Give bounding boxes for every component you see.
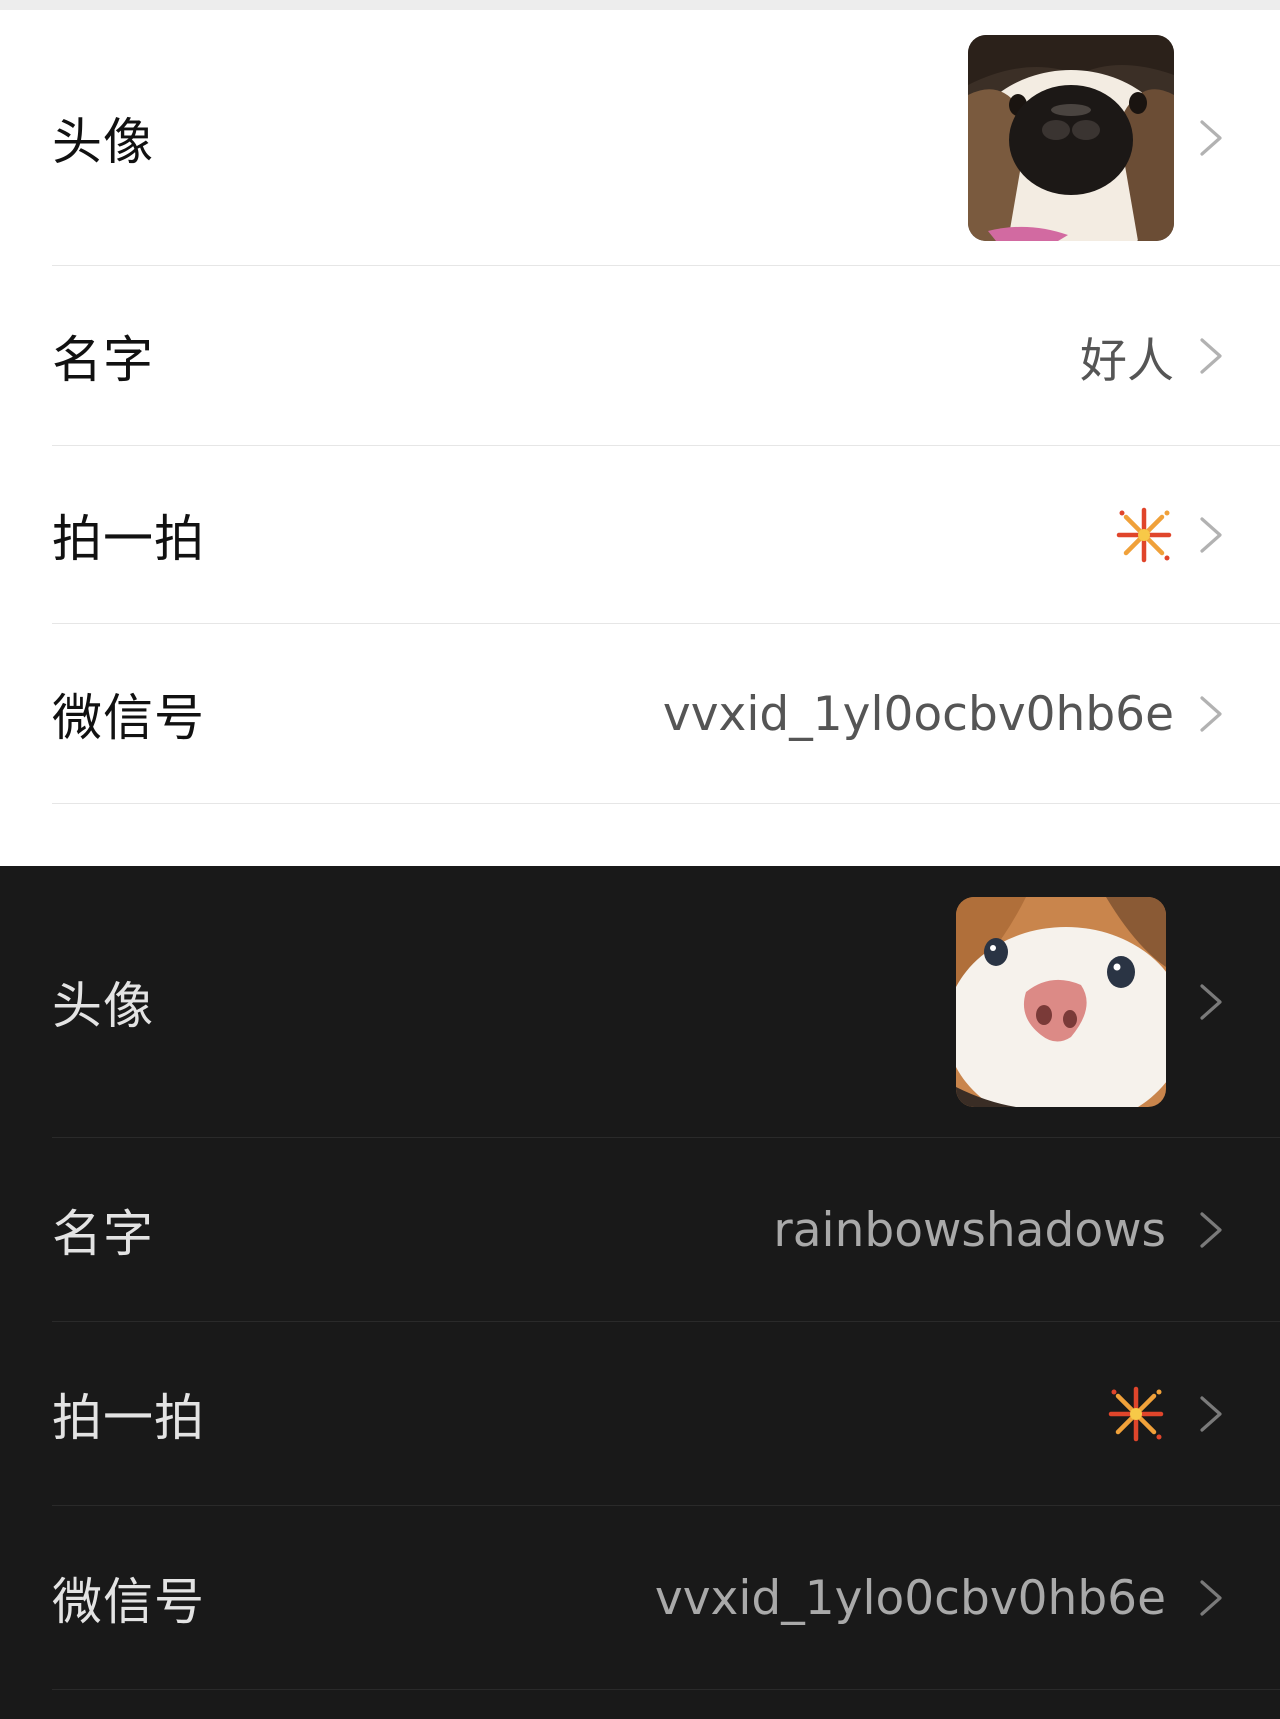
pat-row[interactable]: 拍一拍: [0, 446, 1280, 624]
pat-row[interactable]: 拍一拍: [0, 1322, 1280, 1506]
chevron-right-icon: [1200, 120, 1222, 156]
avatar-value: [968, 35, 1174, 241]
avatar-value: [956, 897, 1166, 1107]
wechat-id-label: 微信号: [52, 689, 205, 747]
wechat-id-value-wrap: vvxid_1yl0ocbv0hb6e: [663, 687, 1174, 742]
chevron-right-icon: [1200, 1212, 1222, 1248]
firework-icon: [1116, 507, 1172, 563]
chevron-right-icon: [1200, 1396, 1222, 1432]
avatar-row[interactable]: 头像: [0, 866, 1280, 1138]
wechat-id-value: vvxid_1yl0ocbv0hb6e: [662, 686, 1174, 742]
profile-settings-light: 头像 名字 好人 拍一拍 微信号 vvxid_1yl0ocbv0hb6e: [0, 10, 1280, 854]
name-row[interactable]: 名字 rainbowshadows: [0, 1138, 1280, 1322]
wechat-id-value: vvxid_1ylo0cbv0hb6e: [654, 1570, 1166, 1626]
chevron-right-icon: [1200, 696, 1222, 732]
name-label: 名字: [52, 1205, 154, 1263]
chevron-right-icon: [1200, 984, 1222, 1020]
avatar-label: 头像: [52, 113, 154, 171]
pat-label: 拍一拍: [52, 1389, 205, 1447]
pat-label: 拍一拍: [52, 510, 205, 568]
wechat-id-label: 微信号: [52, 1573, 205, 1631]
name-value: rainbowshadows: [773, 1202, 1166, 1258]
pat-value-wrap: [1114, 505, 1174, 565]
pat-value-wrap: [1106, 1384, 1166, 1444]
name-value-wrap: 好人: [1080, 322, 1174, 391]
chevron-right-icon: [1200, 338, 1222, 374]
firework-icon: [1108, 1386, 1164, 1442]
top-separator-bar: [0, 0, 1280, 10]
chevron-right-icon: [1200, 517, 1222, 553]
wechat-id-row[interactable]: 微信号 vvxid_1yl0ocbv0hb6e: [0, 624, 1280, 804]
name-row[interactable]: 名字 好人: [0, 266, 1280, 446]
profile-settings-dark: 头像 名字 rainbowshadows 拍一拍 微信号 vvxid_1ylo0…: [0, 866, 1280, 1719]
row-divider: [52, 803, 1280, 804]
name-value: 好人: [1080, 333, 1174, 389]
cat-face-avatar: [956, 897, 1166, 1107]
chevron-right-icon: [1200, 1580, 1222, 1616]
dog-face-avatar: [968, 35, 1174, 241]
avatar-row[interactable]: 头像: [0, 10, 1280, 266]
wechat-id-value-wrap: vvxid_1ylo0cbv0hb6e: [655, 1571, 1166, 1626]
wechat-id-row[interactable]: 微信号 vvxid_1ylo0cbv0hb6e: [0, 1506, 1280, 1690]
name-value-wrap: rainbowshadows: [773, 1203, 1166, 1258]
name-label: 名字: [52, 331, 154, 389]
row-divider: [52, 1689, 1280, 1690]
avatar-label: 头像: [52, 977, 154, 1035]
